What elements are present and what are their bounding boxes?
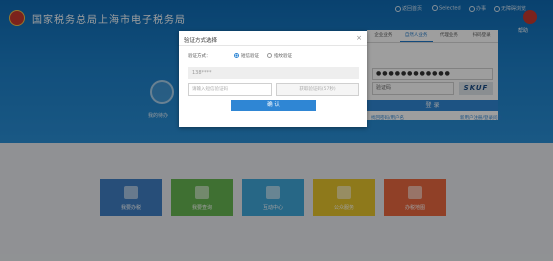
dialog-title: 验证方式选择 (184, 38, 218, 44)
close-icon[interactable]: × (356, 34, 362, 43)
radio-sms[interactable]: 短信验证 (234, 53, 259, 59)
phone-number-field: 138**** (188, 67, 359, 79)
radio-unchecked-icon (267, 53, 272, 58)
dialog-divider (179, 45, 367, 46)
radio-checked-icon (234, 53, 239, 58)
get-code-button[interactable]: 获取验证码(57秒) (276, 83, 359, 96)
confirm-button[interactable]: 确 认 (231, 100, 316, 111)
method-label: 验证方式： (188, 54, 211, 59)
sms-code-input[interactable]: 请输入短信验证码 (188, 83, 272, 96)
radio-fingerprint[interactable]: 指纹验证 (267, 53, 292, 59)
verification-dialog: 验证方式选择 × 验证方式： 短信验证 指纹验证 138**** 请输入短信验证… (179, 31, 367, 127)
